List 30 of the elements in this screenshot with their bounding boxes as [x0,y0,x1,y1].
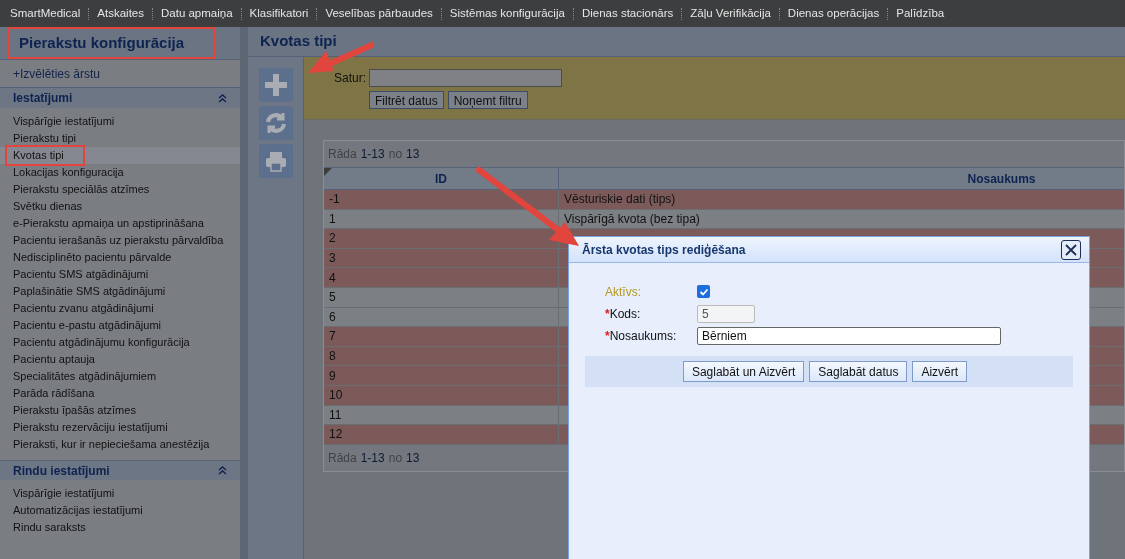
table-cell-text: 10 [329,387,343,405]
table-cell-text: 2 [329,230,336,248]
dialog-title: Ārsta kvotas tips rediģēšana [582,241,746,259]
table-cell-text: 1 [329,210,336,228]
field-label-text: Aktīvs: [605,284,641,299]
table-cell-text: 3 [329,250,336,268]
table-cell-text: 11 [329,406,342,424]
sidebar-title: Pierakstu konfigurācija [19,32,185,53]
table-cell-text: Vēsturiskie dati (tips) [564,191,676,209]
table-cell-text: -1 [329,191,340,209]
pager-total: 13 [406,146,420,163]
table-cell-text: 4 [329,269,336,287]
table-cell-text: 12 [329,426,343,444]
table-cell-text: 5 [329,289,336,307]
table-cell-text: Vispārīgā kvota (bez tipa) [564,210,700,228]
table-cell-text: 6 [329,308,336,326]
filter-label: Satur: [334,70,366,87]
table-cell-text: 7 [329,328,336,346]
required-mark: * [605,328,610,343]
pager-range: 1-13 [360,146,385,163]
table-cell-text: 8 [329,348,336,366]
field-label-text: Nosaukums: [609,328,677,343]
field-label-text: Kods: [609,306,641,321]
table-cell-text: 9 [329,367,336,385]
section-title: Iestatījumi [13,90,73,107]
pager-range: 1-13 [360,449,385,467]
required-mark: * [605,306,610,321]
page-title: Kvotas tipi [260,31,337,52]
pager-total: 13 [406,449,420,467]
section-title: Rindu iestatījumi [13,462,110,480]
